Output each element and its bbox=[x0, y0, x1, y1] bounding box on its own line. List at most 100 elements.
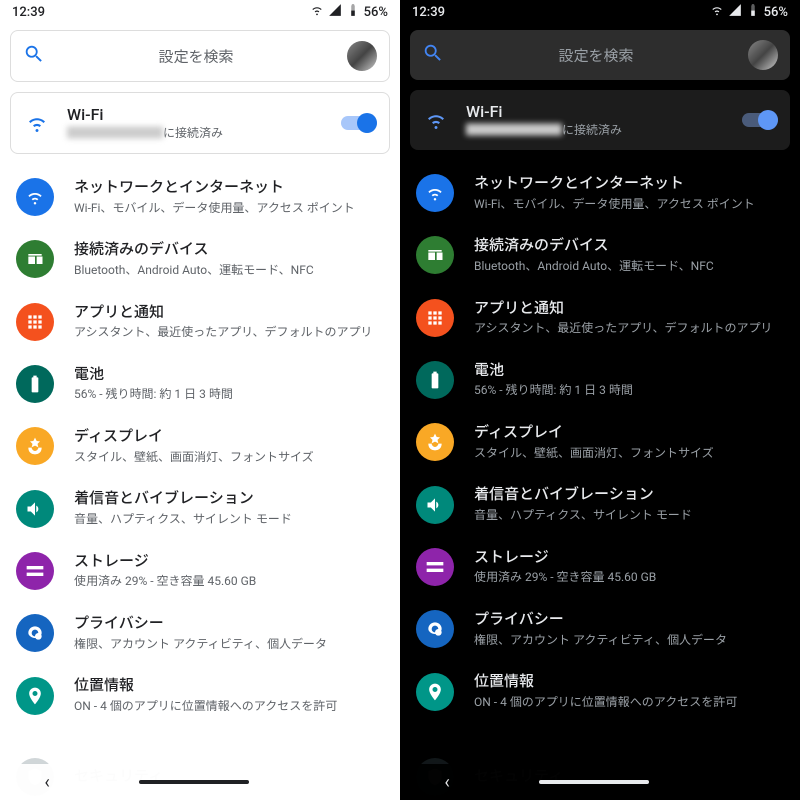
item-text: ネットワークとインターネット Wi-Fi、モバイル、データ使用量、アクセス ポイ… bbox=[474, 174, 784, 212]
item-title: ネットワークとインターネット bbox=[74, 178, 384, 198]
item-title: プライバシー bbox=[74, 614, 384, 634]
item-text: 電池 56% - 残り時間: 約 1 日 3 時間 bbox=[74, 365, 384, 403]
item-sub: Wi-Fi、モバイル、データ使用量、アクセス ポイント bbox=[474, 196, 784, 213]
settings-dark-pane: 12:39 56% 設定を検索 Wi-Fi ████████に接続済み ネットワ… bbox=[400, 0, 800, 800]
item-text: ディスプレイ スタイル、壁紙、画面消灯、フォントサイズ bbox=[474, 423, 784, 461]
item-title: プライバシー bbox=[474, 610, 784, 630]
search-bar[interactable]: 設定を検索 bbox=[10, 30, 390, 82]
item-sub: 56% - 残り時間: 約 1 日 3 時間 bbox=[74, 386, 384, 403]
nav-bar: ‹ bbox=[0, 764, 400, 800]
status-bar: 12:39 56% bbox=[0, 0, 400, 24]
settings-item-storage[interactable]: ストレージ 使用済み 29% - 空き容量 45.60 GB bbox=[400, 536, 800, 598]
wifi-card[interactable]: Wi-Fi ████████に接続済み bbox=[10, 92, 390, 154]
settings-item-location[interactable]: 位置情報 ON - 4 個のアプリに位置情報へのアクセスを許可 bbox=[400, 660, 800, 722]
display-icon bbox=[16, 427, 54, 465]
devices-icon bbox=[416, 236, 454, 274]
item-sub: アシスタント、最近使ったアプリ、デフォルトのアプリ bbox=[474, 320, 784, 337]
item-title: ネットワークとインターネット bbox=[474, 174, 784, 194]
avatar[interactable] bbox=[748, 40, 778, 70]
home-button[interactable] bbox=[539, 780, 649, 784]
nav-bar: ‹ bbox=[400, 764, 800, 800]
settings-item-sound[interactable]: 着信音とバイブレーション 音量、ハプティクス、サイレント モード bbox=[400, 473, 800, 535]
battery-percent: 56% bbox=[764, 5, 788, 20]
settings-item-wifi[interactable]: ネットワークとインターネット Wi-Fi、モバイル、データ使用量、アクセス ポイ… bbox=[0, 166, 400, 228]
item-text: ネットワークとインターネット Wi-Fi、モバイル、データ使用量、アクセス ポイ… bbox=[74, 178, 384, 216]
settings-item-battery[interactable]: 電池 56% - 残り時間: 約 1 日 3 時間 bbox=[0, 353, 400, 415]
item-text: 接続済みのデバイス Bluetooth、Android Auto、運転モード、N… bbox=[74, 240, 384, 278]
privacy-icon bbox=[16, 614, 54, 652]
item-sub: 権限、アカウント アクティビティ、個人データ bbox=[74, 636, 384, 653]
wifi-sub: ████████に接続済み bbox=[466, 121, 726, 138]
item-title: 着信音とバイブレーション bbox=[474, 485, 784, 505]
item-title: ディスプレイ bbox=[74, 427, 384, 447]
wifi-toggle[interactable] bbox=[341, 113, 377, 133]
location-icon bbox=[416, 673, 454, 711]
item-text: アプリと通知 アシスタント、最近使ったアプリ、デフォルトのアプリ bbox=[74, 303, 384, 341]
settings-item-battery[interactable]: 電池 56% - 残り時間: 約 1 日 3 時間 bbox=[400, 349, 800, 411]
back-button[interactable]: ‹ bbox=[444, 772, 449, 793]
wifi-toggle[interactable] bbox=[742, 110, 778, 130]
home-button[interactable] bbox=[139, 780, 249, 784]
settings-item-privacy[interactable]: プライバシー 権限、アカウント アクティビティ、個人データ bbox=[0, 602, 400, 664]
item-text: 位置情報 ON - 4 個のアプリに位置情報へのアクセスを許可 bbox=[474, 672, 784, 710]
item-text: 接続済みのデバイス Bluetooth、Android Auto、運転モード、N… bbox=[474, 236, 784, 274]
item-title: アプリと通知 bbox=[474, 299, 784, 319]
wifi-sub: ████████に接続済み bbox=[67, 124, 325, 141]
wifi-icon bbox=[416, 174, 454, 212]
item-sub: 音量、ハプティクス、サイレント モード bbox=[474, 507, 784, 524]
item-title: 接続済みのデバイス bbox=[74, 240, 384, 260]
location-icon bbox=[16, 677, 54, 715]
item-sub: スタイル、壁紙、画面消灯、フォントサイズ bbox=[74, 449, 384, 466]
item-text: 着信音とバイブレーション 音量、ハプティクス、サイレント モード bbox=[474, 485, 784, 523]
item-sub: アシスタント、最近使ったアプリ、デフォルトのアプリ bbox=[74, 324, 384, 341]
search-icon bbox=[422, 42, 444, 68]
item-title: 電池 bbox=[74, 365, 384, 385]
wifi-card[interactable]: Wi-Fi ████████に接続済み bbox=[410, 90, 790, 150]
apps-icon bbox=[16, 303, 54, 341]
settings-item-storage[interactable]: ストレージ 使用済み 29% - 空き容量 45.60 GB bbox=[0, 540, 400, 602]
item-text: ディスプレイ スタイル、壁紙、画面消灯、フォントサイズ bbox=[74, 427, 384, 465]
item-sub: 使用済み 29% - 空き容量 45.60 GB bbox=[74, 573, 384, 590]
settings-item-sound[interactable]: 着信音とバイブレーション 音量、ハプティクス、サイレント モード bbox=[0, 477, 400, 539]
item-sub: Bluetooth、Android Auto、運転モード、NFC bbox=[74, 262, 384, 279]
settings-item-location[interactable]: 位置情報 ON - 4 個のアプリに位置情報へのアクセスを許可 bbox=[0, 664, 400, 726]
storage-icon bbox=[416, 548, 454, 586]
storage-icon bbox=[16, 552, 54, 590]
wifi-icon bbox=[422, 108, 450, 132]
settings-item-devices[interactable]: 接続済みのデバイス Bluetooth、Android Auto、運転モード、N… bbox=[0, 228, 400, 290]
search-bar[interactable]: 設定を検索 bbox=[410, 30, 790, 80]
wifi-icon bbox=[23, 111, 51, 135]
settings-item-apps[interactable]: アプリと通知 アシスタント、最近使ったアプリ、デフォルトのアプリ bbox=[400, 287, 800, 349]
sound-icon bbox=[416, 486, 454, 524]
wifi-title: Wi-Fi bbox=[67, 105, 325, 124]
clock: 12:39 bbox=[12, 5, 45, 20]
search-icon bbox=[23, 43, 45, 69]
item-title: 接続済みのデバイス bbox=[474, 236, 784, 256]
back-button[interactable]: ‹ bbox=[44, 772, 49, 793]
settings-item-apps[interactable]: アプリと通知 アシスタント、最近使ったアプリ、デフォルトのアプリ bbox=[0, 291, 400, 353]
item-text: 電池 56% - 残り時間: 約 1 日 3 時間 bbox=[474, 361, 784, 399]
item-sub: 56% - 残り時間: 約 1 日 3 時間 bbox=[474, 382, 784, 399]
item-sub: スタイル、壁紙、画面消灯、フォントサイズ bbox=[474, 445, 784, 462]
item-text: 位置情報 ON - 4 個のアプリに位置情報へのアクセスを許可 bbox=[74, 676, 384, 714]
devices-icon bbox=[16, 240, 54, 278]
settings-list: ネットワークとインターネット Wi-Fi、モバイル、データ使用量、アクセス ポイ… bbox=[400, 158, 800, 800]
item-sub: ON - 4 個のアプリに位置情報へのアクセスを許可 bbox=[74, 698, 384, 715]
settings-item-display[interactable]: ディスプレイ スタイル、壁紙、画面消灯、フォントサイズ bbox=[400, 411, 800, 473]
item-sub: Wi-Fi、モバイル、データ使用量、アクセス ポイント bbox=[74, 200, 384, 217]
status-bar: 12:39 56% bbox=[400, 0, 800, 24]
avatar[interactable] bbox=[347, 41, 377, 71]
item-sub: Bluetooth、Android Auto、運転モード、NFC bbox=[474, 258, 784, 275]
wifi-icon bbox=[16, 178, 54, 216]
settings-item-devices[interactable]: 接続済みのデバイス Bluetooth、Android Auto、運転モード、N… bbox=[400, 224, 800, 286]
settings-item-privacy[interactable]: プライバシー 権限、アカウント アクティビティ、個人データ bbox=[400, 598, 800, 660]
settings-light-pane: 12:39 56% 設定を検索 Wi-Fi ████████に接続済み ネットワ… bbox=[0, 0, 400, 800]
signal-icon bbox=[728, 3, 742, 21]
signal-icon bbox=[328, 3, 342, 21]
battery-percent: 56% bbox=[364, 5, 388, 20]
status-icons: 56% bbox=[710, 3, 788, 21]
item-title: ディスプレイ bbox=[474, 423, 784, 443]
wifi-status-icon bbox=[310, 3, 324, 21]
settings-item-display[interactable]: ディスプレイ スタイル、壁紙、画面消灯、フォントサイズ bbox=[0, 415, 400, 477]
settings-item-wifi[interactable]: ネットワークとインターネット Wi-Fi、モバイル、データ使用量、アクセス ポイ… bbox=[400, 162, 800, 224]
